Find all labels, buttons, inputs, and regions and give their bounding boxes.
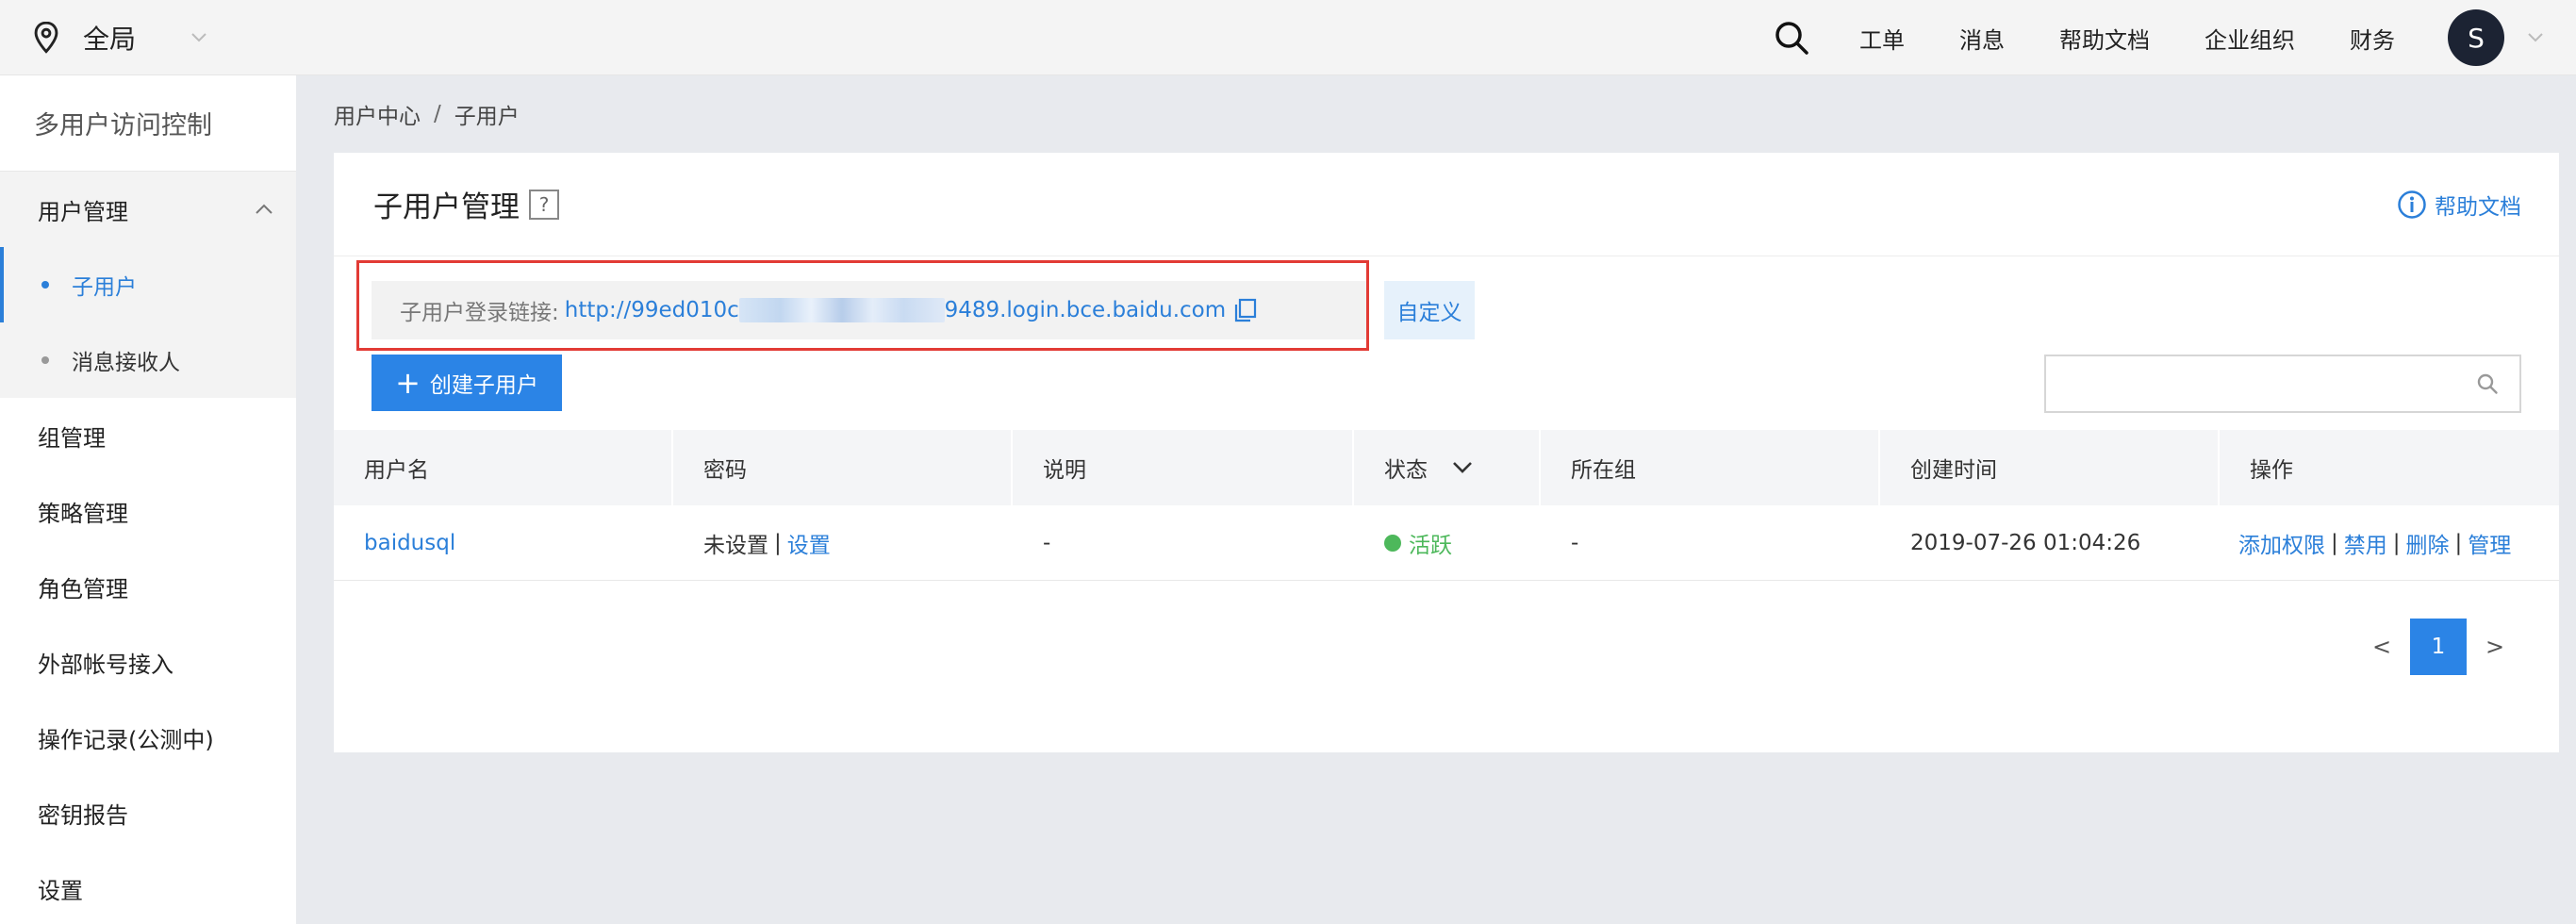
breadcrumb: 用户中心 / 子用户: [334, 98, 520, 130]
page-title-text: 子用户管理: [373, 190, 520, 224]
bullet-dot-icon: [41, 356, 49, 364]
cell-group: -: [1571, 530, 1579, 555]
sidebar-item-operation-logs[interactable]: 操作记录(公测中): [0, 700, 296, 775]
breadcrumb-separator: /: [434, 102, 441, 126]
table-row: baidusql 未设置 | 设置 - 活跃 - 2019-07-26 01:0…: [334, 505, 2559, 581]
separator: |: [2454, 530, 2463, 555]
sidebar-item-key-report[interactable]: 密钥报告: [0, 775, 296, 850]
column-header-group: 所在组: [1541, 430, 1880, 505]
customize-button[interactable]: 自定义: [1384, 281, 1475, 339]
create-sub-user-button[interactable]: + 创建子用户: [372, 355, 562, 411]
separator: |: [774, 530, 782, 555]
sidebar-group-header[interactable]: 用户管理: [0, 172, 296, 247]
status-badge: 活跃: [1409, 533, 1452, 558]
column-header-description: 说明: [1013, 430, 1354, 505]
page-title: 子用户管理 ?: [373, 183, 559, 225]
add-permission-link[interactable]: 添加权限: [2238, 527, 2325, 559]
chevron-up-icon: [256, 204, 272, 214]
separator: |: [2331, 530, 2338, 555]
search-icon[interactable]: [2476, 372, 2499, 395]
help-docs-label: 帮助文档: [2435, 194, 2521, 220]
avatar[interactable]: S: [2448, 9, 2504, 66]
info-icon: [2398, 190, 2426, 219]
card-header: 子用户管理 ? 帮助文档: [334, 153, 2559, 256]
search-input[interactable]: [2046, 356, 2476, 411]
login-link-row: 子用户登录链接: http://99ed010cxxxxxxxxxxxxxxxx…: [372, 281, 1475, 339]
chevron-down-icon: [1453, 462, 1472, 473]
sidebar-item-settings[interactable]: 设置: [0, 850, 296, 924]
pagination-page-1[interactable]: 1: [2410, 619, 2467, 675]
login-url-end: 9489.login.bce.baidu.com: [944, 298, 1227, 322]
nav-finance[interactable]: 财务: [2350, 22, 2395, 55]
sidebar-item-groups[interactable]: 组管理: [0, 398, 296, 473]
sidebar-group-label: 用户管理: [38, 198, 128, 225]
sub-user-table: 用户名 密码 说明 状态 所在组 创建时间 操作 baidusql 未设置 | …: [334, 430, 2559, 581]
plus-icon: +: [395, 365, 421, 401]
cell-status: 活跃: [1354, 505, 1541, 580]
sidebar-item-policies[interactable]: 策略管理: [0, 473, 296, 549]
global-search-button[interactable]: [1771, 17, 1812, 58]
sidebar-item-sub-users[interactable]: 子用户: [0, 247, 296, 322]
top-nav: 工单 消息 帮助文档 企业组织 财务 S: [1771, 0, 2576, 75]
column-header-password: 密码: [673, 430, 1013, 505]
login-link-box: 子用户登录链接: http://99ed010cxxxxxxxxxxxxxxxx…: [372, 281, 1369, 339]
sidebar-title: 多用户访问控制: [0, 75, 296, 172]
sub-user-card: 子用户管理 ? 帮助文档 子用户登录链接: http://99ed010cxxx…: [334, 153, 2559, 752]
set-password-link[interactable]: 设置: [787, 527, 831, 559]
nav-messages[interactable]: 消息: [1959, 22, 2005, 55]
delete-link[interactable]: 删除: [2406, 527, 2450, 559]
column-header-status[interactable]: 状态: [1354, 430, 1541, 505]
chevron-down-icon[interactable]: [2527, 32, 2544, 43]
sidebar-item-label: 消息接收人: [72, 351, 180, 375]
separator: |: [2392, 530, 2401, 555]
search-icon: [1775, 22, 1808, 55]
column-header-username: 用户名: [334, 430, 673, 505]
nav-organization[interactable]: 企业组织: [2204, 22, 2295, 55]
table-header: 用户名 密码 说明 状态 所在组 创建时间 操作: [334, 430, 2559, 505]
bullet-dot-icon: [41, 281, 49, 289]
help-docs-link[interactable]: 帮助文档: [2397, 189, 2521, 221]
copy-icon[interactable]: [1233, 298, 1258, 322]
sidebar-item-roles[interactable]: 角色管理: [0, 549, 296, 624]
breadcrumb-user-center[interactable]: 用户中心: [334, 98, 421, 130]
nav-help-docs[interactable]: 帮助文档: [2059, 22, 2150, 55]
username-link[interactable]: baidusql: [364, 531, 455, 555]
cell-password: 未设置 | 设置: [673, 505, 1013, 580]
login-url-start: http://99ed010c: [564, 298, 739, 322]
sidebar-item-label: 子用户: [72, 275, 137, 300]
column-header-status-label: 状态: [1384, 458, 1428, 483]
region-label: 全局: [83, 23, 137, 55]
location-pin-icon: [34, 21, 58, 54]
cell-actions: 添加权限 | 禁用 | 删除 | 管理: [2220, 505, 2559, 580]
region-selector[interactable]: 全局: [32, 19, 207, 57]
nav-ticket[interactable]: 工单: [1859, 22, 1905, 55]
chevron-down-icon: [191, 32, 206, 41]
pagination-prev-button[interactable]: <: [2355, 634, 2408, 660]
breadcrumb-current: 子用户: [454, 105, 520, 129]
column-header-actions: 操作: [2250, 458, 2293, 483]
column-header-created: 创建时间: [1880, 430, 2220, 505]
sidebar-item-external-accounts[interactable]: 外部帐号接入: [0, 624, 296, 700]
create-sub-user-label: 创建子用户: [429, 373, 538, 398]
manage-link[interactable]: 管理: [2468, 527, 2511, 559]
status-dot-icon: [1384, 534, 1401, 552]
pagination: < 1 >: [2355, 619, 2521, 675]
pagination-next-button[interactable]: >: [2469, 634, 2521, 660]
password-status: 未设置: [703, 533, 768, 558]
login-link-url[interactable]: http://99ed010cxxxxxxxxxxxxxxxx9489.logi…: [565, 298, 1226, 322]
login-link-label: 子用户登录链接:: [400, 301, 559, 325]
sidebar-group-user-management: 用户管理 子用户 消息接收人: [0, 172, 296, 398]
cell-username: baidusql: [334, 505, 673, 580]
cell-created: 2019-07-26 01:04:26: [1910, 530, 2141, 555]
search-field: [2044, 355, 2521, 413]
sidebar-item-message-receivers[interactable]: 消息接收人: [0, 322, 296, 398]
help-question-icon[interactable]: ?: [529, 189, 559, 220]
sidebar: 多用户访问控制 用户管理 子用户 消息接收人 组管理 策略管理 角色管理 外部帐…: [0, 75, 296, 924]
cell-description: -: [1043, 530, 1051, 555]
top-header: 全局 工单 消息 帮助文档 企业组织 财务 S: [0, 0, 2576, 75]
disable-link[interactable]: 禁用: [2344, 527, 2387, 559]
login-url-redacted: xxxxxxxxxxxxxxxx: [738, 298, 945, 322]
